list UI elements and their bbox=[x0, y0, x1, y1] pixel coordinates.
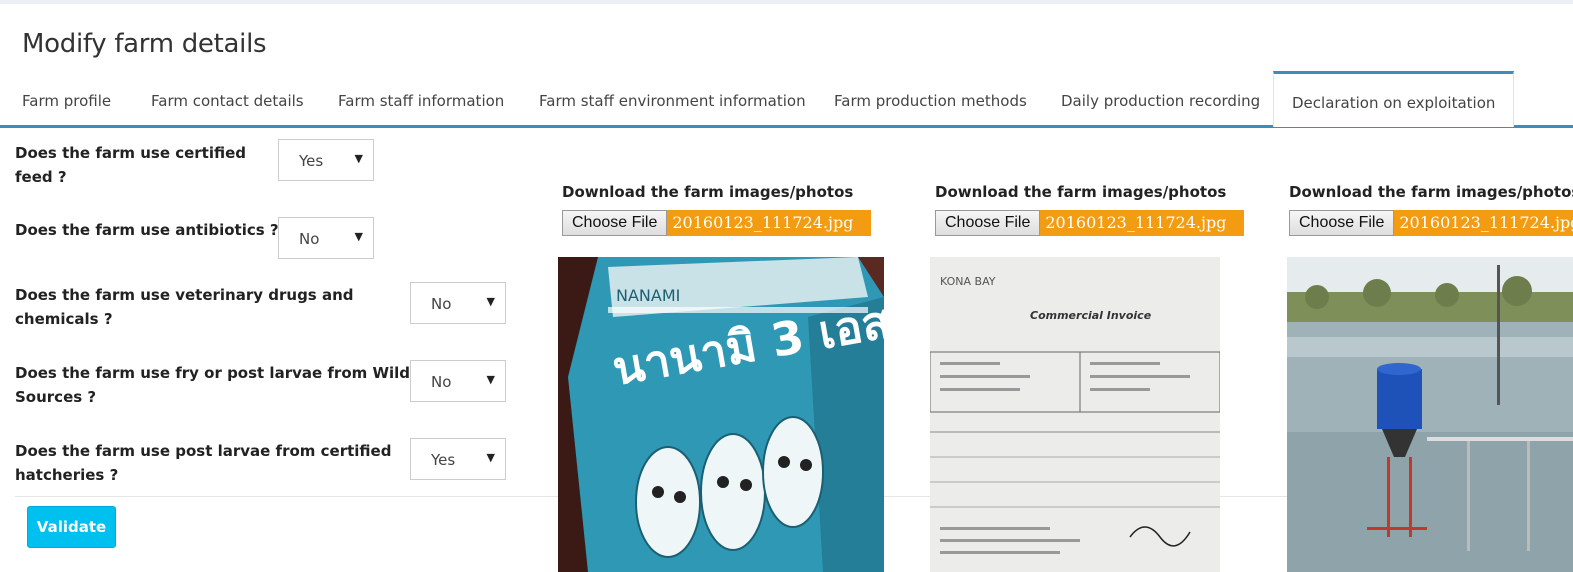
file-name: 20160123_111724.jpg bbox=[1040, 210, 1245, 236]
caret-down-icon: ▼ bbox=[354, 230, 363, 243]
tab-farm-contact-details[interactable]: Farm contact details bbox=[151, 92, 304, 110]
validate-button[interactable]: Validate bbox=[27, 506, 116, 548]
invoice-company-text: KONA BAY bbox=[940, 275, 996, 288]
file-name: 20160123_111724.jpg bbox=[667, 210, 872, 236]
caret-down-icon: ▼ bbox=[354, 152, 363, 165]
caret-down-icon: ▼ bbox=[486, 451, 495, 464]
selected-value: No bbox=[431, 295, 452, 313]
question-certified-feed: Does the farm use certified feed ? bbox=[15, 141, 246, 189]
veterinary-drugs-select[interactable]: No ▼ bbox=[410, 282, 506, 324]
farm-photo-pond bbox=[1287, 257, 1573, 572]
question-veterinary-drugs: Does the farm use veterinary drugs and c… bbox=[15, 283, 354, 331]
farm-photo-feed-bag: NANAMI นานามิ 3 เอส bbox=[558, 257, 884, 572]
photo-brand-text: NANAMI bbox=[616, 286, 680, 305]
question-certified-hatcheries: Does the farm use post larvae from certi… bbox=[15, 439, 391, 487]
question-antibiotics: Does the farm use antibiotics ? bbox=[15, 218, 279, 242]
choose-file-button[interactable]: Choose File bbox=[1289, 210, 1395, 236]
question-label: Does the farm use antibiotics ? bbox=[15, 221, 279, 239]
file-upload-2: Choose File 20160123_111724.jpg bbox=[935, 210, 1245, 236]
file-upload-1: Choose File 20160123_111724.jpg bbox=[562, 210, 872, 236]
tab-farm-staff-information[interactable]: Farm staff information bbox=[338, 92, 504, 110]
upload-label: Download the farm images/photos bbox=[1289, 183, 1573, 201]
selected-value: No bbox=[431, 373, 452, 391]
choose-file-button[interactable]: Choose File bbox=[562, 210, 668, 236]
upload-label: Download the farm images/photos bbox=[562, 183, 854, 201]
tab-declaration-on-exploitation[interactable]: Declaration on exploitation bbox=[1273, 71, 1515, 127]
question-label: hatcheries ? bbox=[15, 466, 119, 484]
caret-down-icon: ▼ bbox=[486, 295, 495, 308]
question-label: Does the farm use certified bbox=[15, 144, 247, 162]
certified-feed-select[interactable]: Yes ▼ bbox=[278, 139, 374, 181]
tab-daily-production-recording[interactable]: Daily production recording bbox=[1061, 92, 1260, 110]
file-upload-3: Choose File 20160123_111724.jpg bbox=[1289, 210, 1573, 236]
tab-farm-profile[interactable]: Farm profile bbox=[22, 92, 111, 110]
invoice-title-text: Commercial Invoice bbox=[1030, 309, 1152, 322]
question-wild-sources: Does the farm use fry or post larvae fro… bbox=[15, 361, 410, 409]
selected-value: Yes bbox=[299, 152, 324, 170]
selected-value: No bbox=[299, 230, 320, 248]
wild-sources-select[interactable]: No ▼ bbox=[410, 360, 506, 402]
tab-farm-production-methods[interactable]: Farm production methods bbox=[834, 92, 1027, 110]
choose-file-button[interactable]: Choose File bbox=[935, 210, 1041, 236]
question-label: Does the farm use fry or post larvae fro… bbox=[15, 364, 411, 382]
farm-details-card: Modify farm details Farm profile Farm co… bbox=[0, 4, 1573, 572]
certified-hatcheries-select[interactable]: Yes ▼ bbox=[410, 438, 506, 480]
tab-farm-staff-environment-information[interactable]: Farm staff environment information bbox=[539, 92, 806, 110]
question-label: feed ? bbox=[15, 168, 67, 186]
selected-value: Yes bbox=[431, 451, 456, 469]
antibiotics-select[interactable]: No ▼ bbox=[278, 217, 374, 259]
tab-bar: Farm profile Farm contact details Farm s… bbox=[0, 71, 1573, 128]
page-title: Modify farm details bbox=[22, 29, 267, 59]
question-label: Does the farm use veterinary drugs and bbox=[15, 286, 354, 304]
question-label: chemicals ? bbox=[15, 310, 113, 328]
caret-down-icon: ▼ bbox=[486, 373, 495, 386]
farm-photo-invoice: KONA BAY Commercial Invoice bbox=[930, 257, 1220, 572]
upload-label: Download the farm images/photos bbox=[935, 183, 1227, 201]
file-name: 20160123_111724.jpg bbox=[1394, 210, 1573, 236]
question-label: Sources ? bbox=[15, 388, 97, 406]
question-label: Does the farm use post larvae from certi… bbox=[15, 442, 392, 460]
